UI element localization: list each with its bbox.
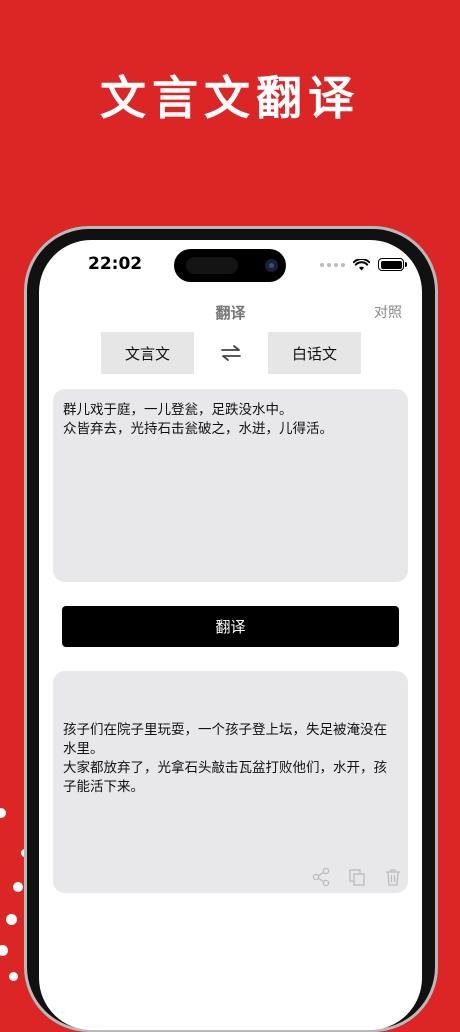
copy-icon[interactable] (347, 867, 367, 887)
status-icons (320, 258, 407, 271)
decor-dot (13, 882, 23, 892)
dynamic-island (174, 249, 286, 282)
phone-screen: 22:02 翻译 对照 文言文 白话文 群儿戏于庭，一儿登瓮，足跌没水中。 众皆… (39, 240, 422, 1030)
wifi-icon (353, 258, 370, 270)
share-icon[interactable] (311, 867, 331, 887)
headline-title: 文言文翻译 (100, 71, 360, 125)
trash-icon[interactable] (383, 867, 403, 887)
decor-dot (6, 914, 17, 925)
translation-output: 孩子们在院子里玩耍，一个孩子登上坛，失足被淹没在水里。 大家都放弃了，光拿石头敲… (53, 671, 408, 893)
battery-icon (378, 258, 407, 271)
status-time: 22:02 (88, 254, 143, 274)
decor-dot (9, 972, 18, 981)
decor-dot (0, 945, 8, 956)
target-language-button[interactable]: 白话文 (268, 332, 361, 374)
signal-icon (320, 262, 345, 267)
camera-icon (265, 259, 278, 272)
nav-title: 翻译 (215, 304, 246, 322)
island-sensor (186, 257, 238, 274)
translate-button[interactable]: 翻译 (62, 606, 399, 647)
source-language-button[interactable]: 文言文 (101, 332, 194, 374)
translation-text: 孩子们在院子里玩耍，一个孩子登上坛，失足被淹没在水里。 大家都放弃了，光拿石头敲… (63, 722, 387, 795)
compare-button[interactable]: 对照 (374, 302, 402, 322)
decor-dot (0, 808, 6, 818)
swap-arrows-icon[interactable] (220, 344, 242, 362)
source-text-input[interactable]: 群儿戏于庭，一儿登瓮，足跌没水中。 众皆弃去，光持石击瓮破之，水迸，儿得活。 (53, 389, 408, 582)
